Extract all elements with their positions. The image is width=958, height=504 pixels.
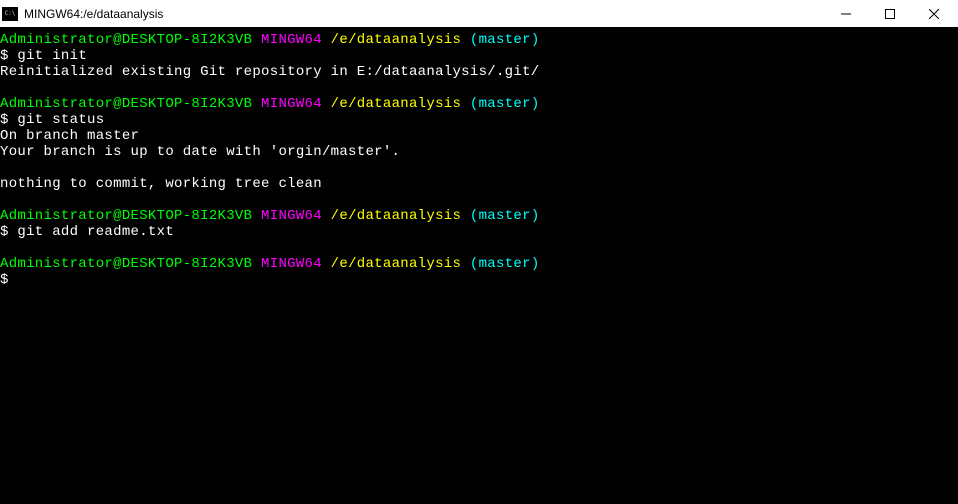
prompt-shell: MINGW64 xyxy=(261,256,322,272)
prompt-branch: (master) xyxy=(470,208,540,224)
prompt-line: Administrator@DESKTOP-8I2K3VB MINGW64 /e… xyxy=(0,256,958,272)
prompt-user-host: Administrator@DESKTOP-8I2K3VB xyxy=(0,32,252,48)
window-controls xyxy=(824,0,956,27)
prompt-user-host: Administrator@DESKTOP-8I2K3VB xyxy=(0,208,252,224)
prompt-symbol: $ xyxy=(0,224,9,240)
command-line: $ git init xyxy=(0,48,958,64)
command-line: $ xyxy=(0,272,958,288)
terminal-app-icon xyxy=(2,7,18,21)
prompt-path: /e/dataanalysis xyxy=(331,32,462,48)
command-text: git init xyxy=(9,48,87,64)
maximize-button[interactable] xyxy=(868,0,912,27)
prompt-shell: MINGW64 xyxy=(261,96,322,112)
prompt-symbol: $ xyxy=(0,112,9,128)
prompt-path: /e/dataanalysis xyxy=(331,256,462,272)
prompt-line: Administrator@DESKTOP-8I2K3VB MINGW64 /e… xyxy=(0,96,958,112)
blank-line xyxy=(0,160,958,176)
prompt-shell: MINGW64 xyxy=(261,32,322,48)
prompt-branch: (master) xyxy=(470,96,540,112)
command-text: git add readme.txt xyxy=(9,224,174,240)
command-text: git status xyxy=(9,112,105,128)
prompt-line: Administrator@DESKTOP-8I2K3VB MINGW64 /e… xyxy=(0,208,958,224)
prompt-branch: (master) xyxy=(470,256,540,272)
blank-line xyxy=(0,80,958,96)
window-title: MINGW64:/e/dataanalysis xyxy=(24,7,824,21)
blank-line xyxy=(0,192,958,208)
prompt-user-host: Administrator@DESKTOP-8I2K3VB xyxy=(0,256,252,272)
terminal-area[interactable]: Administrator@DESKTOP-8I2K3VB MINGW64 /e… xyxy=(0,28,958,504)
command-line: $ git status xyxy=(0,112,958,128)
prompt-user-host: Administrator@DESKTOP-8I2K3VB xyxy=(0,96,252,112)
prompt-branch: (master) xyxy=(470,32,540,48)
output-line: On branch master xyxy=(0,128,958,144)
close-button[interactable] xyxy=(912,0,956,27)
prompt-line: Administrator@DESKTOP-8I2K3VB MINGW64 /e… xyxy=(0,32,958,48)
prompt-symbol: $ xyxy=(0,48,9,64)
blank-line xyxy=(0,240,958,256)
prompt-path: /e/dataanalysis xyxy=(331,96,462,112)
output-line: nothing to commit, working tree clean xyxy=(0,176,958,192)
prompt-symbol: $ xyxy=(0,272,9,288)
output-line: Reinitialized existing Git repository in… xyxy=(0,64,958,80)
command-line: $ git add readme.txt xyxy=(0,224,958,240)
prompt-path: /e/dataanalysis xyxy=(331,208,462,224)
output-line: Your branch is up to date with 'orgin/ma… xyxy=(0,144,958,160)
minimize-button[interactable] xyxy=(824,0,868,27)
titlebar: MINGW64:/e/dataanalysis xyxy=(0,0,958,28)
prompt-shell: MINGW64 xyxy=(261,208,322,224)
